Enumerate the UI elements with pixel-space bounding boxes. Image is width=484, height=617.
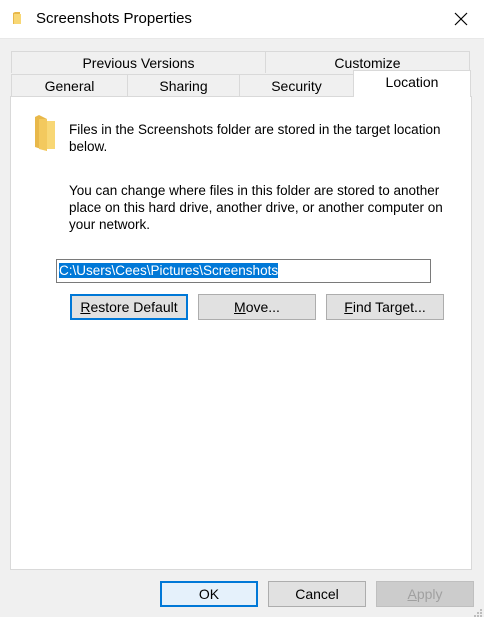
cancel-label: Cancel (295, 586, 339, 602)
move-button[interactable]: Move... (198, 294, 316, 320)
tab-label: Location (385, 74, 439, 90)
target-path-input[interactable]: C:\Users\Cees\Pictures\Screenshots (56, 259, 431, 283)
restore-default-mnemonic: R (80, 299, 91, 315)
restore-default-label: estore Default (90, 299, 178, 315)
tab-label: Security (271, 77, 322, 94)
folder-icon (12, 10, 28, 26)
title-bar: Screenshots Properties (0, 0, 484, 39)
tab-general[interactable]: General (11, 74, 128, 96)
close-button[interactable] (438, 0, 484, 38)
folder-icon (33, 113, 57, 151)
properties-dialog: Screenshots Properties Previous Versions… (0, 0, 484, 617)
find-target-label: ind Target... (352, 299, 426, 315)
cancel-button[interactable]: Cancel (268, 581, 366, 607)
window-title: Screenshots Properties (36, 10, 192, 27)
find-target-mnemonic: F (344, 299, 353, 315)
tab-label: General (44, 77, 95, 94)
tab-label: Customize (334, 54, 401, 71)
tab-sharing[interactable]: Sharing (127, 74, 240, 96)
find-target-button[interactable]: Find Target... (326, 294, 444, 320)
tab-location[interactable]: Location (353, 70, 471, 97)
restore-default-button[interactable]: Restore Default (70, 294, 188, 320)
apply-label: pply (416, 586, 443, 602)
resize-grip[interactable] (472, 605, 482, 617)
apply-button[interactable]: Apply (376, 581, 474, 607)
explanation-text: You can change where files in this folde… (69, 183, 443, 232)
apply-mnemonic: A (407, 586, 417, 602)
intro-text: Files in the Screenshots folder are stor… (69, 122, 441, 154)
tab-label: Previous Versions (82, 54, 195, 71)
ok-button[interactable]: OK (160, 581, 258, 607)
tab-previous-versions[interactable]: Previous Versions (11, 51, 266, 73)
target-path-value: C:\Users\Cees\Pictures\Screenshots (59, 263, 279, 278)
move-label: ove... (245, 299, 280, 315)
location-tab-panel: Files in the Screenshots folder are stor… (10, 96, 472, 570)
tab-label: Sharing (159, 77, 208, 94)
move-mnemonic: M (234, 299, 246, 315)
ok-label: OK (198, 586, 220, 602)
close-icon (454, 12, 468, 26)
tab-security[interactable]: Security (239, 74, 354, 96)
